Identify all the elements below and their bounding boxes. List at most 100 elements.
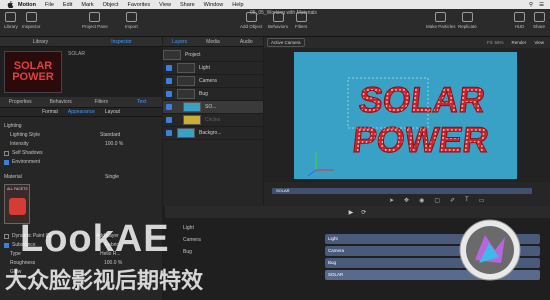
view-menu[interactable]: View	[534, 40, 544, 45]
layer-row-selected[interactable]: SO...	[163, 101, 263, 114]
inspector-button-label: Inspector	[22, 24, 41, 29]
shape-tool-icon[interactable]: ▢	[434, 197, 440, 204]
circles-thumbnail	[183, 115, 201, 125]
layer-row[interactable]: Circles	[163, 114, 263, 127]
text-subtabs: Format Appearance Layout	[0, 108, 162, 117]
scene-title-line2: POWER	[351, 119, 491, 160]
filters-label: Filters	[295, 24, 308, 29]
self-shadows-checkbox[interactable]	[4, 151, 9, 156]
lighting-header[interactable]: Lighting	[0, 122, 162, 131]
layer-name: Circles	[205, 117, 221, 123]
import-button[interactable]: Import	[125, 12, 138, 29]
material-row: Material Single	[0, 173, 162, 182]
layer-visibility-checkbox[interactable]	[166, 117, 172, 123]
timeline-layer-row[interactable]: Camera	[173, 234, 323, 246]
hud-icon	[514, 12, 525, 22]
select-tool-icon[interactable]: ➤	[389, 197, 394, 204]
menu-favorites[interactable]: Favorites	[128, 2, 151, 8]
self-shadows-row: Self Shadows	[0, 149, 162, 158]
tab-filters[interactable]: Filters	[81, 97, 122, 107]
layer-row[interactable]: Backgro...	[163, 127, 263, 140]
preview-title: SOLAR	[68, 51, 85, 57]
lighting-style-popup[interactable]: Standard	[100, 131, 120, 140]
make-particles-button[interactable]: Make Particles	[426, 12, 456, 29]
replicate-button[interactable]: Replicate	[458, 12, 477, 29]
layer-visibility-checkbox[interactable]	[166, 65, 172, 71]
pen-tool-icon[interactable]: ✐	[450, 197, 455, 204]
menu-share[interactable]: Share	[180, 2, 195, 8]
render-menu[interactable]: Render	[512, 40, 527, 45]
dynamic-paint-checkbox[interactable]	[4, 234, 9, 239]
add-object-button[interactable]: Add Object	[240, 12, 262, 29]
menu-list-icon[interactable]: ☰	[539, 2, 544, 8]
layer-visibility-checkbox[interactable]	[166, 104, 172, 110]
layer-visibility-checkbox[interactable]	[166, 130, 172, 136]
layer-row[interactable]: Project	[163, 49, 263, 62]
menu-motion[interactable]: Motion	[18, 2, 36, 8]
mini-timeline-bar[interactable]: SOLAR	[272, 188, 532, 194]
menu-window[interactable]: Window	[204, 2, 224, 8]
text-tool-icon[interactable]: T	[465, 197, 469, 204]
tab-properties[interactable]: Properties	[0, 97, 41, 107]
material-sphere	[9, 198, 26, 215]
hud-button[interactable]: HUD	[514, 12, 525, 29]
environment-checkbox[interactable]	[4, 160, 9, 165]
library-button[interactable]: Library	[4, 12, 18, 29]
text-layer-thumbnail	[183, 102, 201, 112]
substance-checkbox[interactable]	[4, 243, 9, 248]
subtab-appearance[interactable]: Appearance	[63, 108, 100, 116]
timeline-layer-row[interactable]: Light	[173, 222, 323, 234]
menu-file[interactable]: File	[45, 2, 54, 8]
intensity-value[interactable]: 100.0 %	[105, 140, 123, 149]
material-popup[interactable]: Single	[105, 173, 119, 182]
menu-object[interactable]: Object	[103, 2, 119, 8]
lighting-style-label: Lighting Style	[10, 132, 41, 138]
share-button[interactable]: Share	[533, 12, 545, 29]
layer-row[interactable]: Camera	[163, 75, 263, 88]
tab-text[interactable]: Text	[122, 97, 163, 107]
library-button-label: Library	[4, 24, 18, 29]
inspector-button[interactable]: Inspector	[22, 12, 41, 29]
filters-icon	[295, 12, 307, 22]
tab-inspector[interactable]: Inspector	[81, 37, 162, 46]
layer-visibility-checkbox[interactable]	[166, 91, 172, 97]
canvas-tools: ➤ ✥ ◉ ▢ ✐ T ▭	[389, 197, 484, 204]
tab-behaviors[interactable]: Behaviors	[41, 97, 82, 107]
layer-name: Backgro...	[199, 130, 222, 136]
behaviors-button[interactable]: Behaviors	[268, 12, 288, 29]
tab-layers[interactable]: Layers	[163, 37, 196, 46]
menu-mark[interactable]: Mark	[81, 2, 93, 8]
layer-row[interactable]: Light	[163, 62, 263, 75]
filters-button[interactable]: Filters	[295, 12, 307, 29]
search-icon[interactable]: ⚲	[529, 2, 533, 8]
timeline-layer-row[interactable]: Bug	[173, 246, 323, 258]
subtab-layout[interactable]: Layout	[100, 108, 125, 116]
camera-tool-icon[interactable]: ◉	[419, 197, 424, 204]
layer-row[interactable]: Bug	[163, 88, 263, 101]
subtab-format[interactable]: Format	[37, 108, 63, 116]
layer-visibility-checkbox[interactable]	[166, 78, 172, 84]
project-pane-button[interactable]: Project Pane	[82, 12, 108, 29]
loop-button-icon[interactable]: ⟳	[361, 209, 366, 216]
project-pane-label: Project Pane	[82, 24, 108, 29]
menu-bar: Motion File Edit Mark Object Favorites V…	[0, 0, 550, 9]
mask-tool-icon[interactable]: ▭	[479, 197, 485, 204]
apple-icon[interactable]	[6, 1, 14, 8]
tab-library[interactable]: Library	[0, 37, 81, 46]
play-button-icon[interactable]: ▶	[349, 209, 354, 216]
menu-view[interactable]: View	[159, 2, 171, 8]
menu-help[interactable]: Help	[232, 2, 243, 8]
replicate-label: Replicate	[458, 24, 477, 29]
layer-name: Camera	[199, 78, 217, 84]
3d-transform-icon[interactable]: ✥	[404, 197, 409, 204]
layers-list: Project Light Camera Bug SO... Circles B…	[163, 47, 263, 140]
watermark-line2: 大众脸影视后期特效	[5, 269, 204, 294]
menu-edit[interactable]: Edit	[63, 2, 72, 8]
tab-media[interactable]: Media	[196, 37, 229, 46]
lighting-style-row: Lighting Style Standard	[0, 131, 162, 140]
camera-menu[interactable]: Active Camera	[267, 38, 305, 47]
tab-audio[interactable]: Audio	[230, 37, 263, 46]
canvas[interactable]: SOLAR POWER	[264, 48, 550, 182]
inspector-icon	[25, 12, 37, 22]
zoom-menu[interactable]: Fit: 65%	[487, 40, 504, 45]
